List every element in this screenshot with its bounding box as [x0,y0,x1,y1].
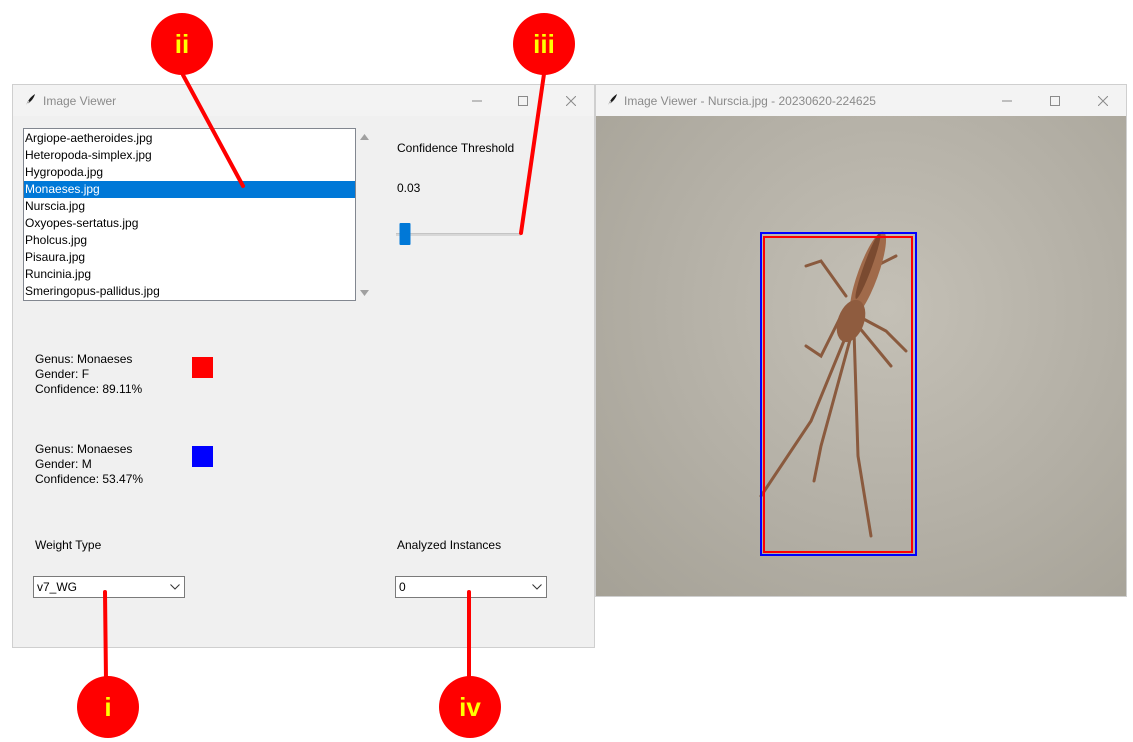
close-icon [1098,95,1108,106]
minimize-icon [472,100,482,101]
scroll-up-button[interactable] [359,131,370,142]
detection-color-swatch [192,357,213,378]
callout-iv: iv [439,676,501,738]
spider-photo [596,116,1126,596]
detection-confidence: Confidence: 89.11% [35,382,143,396]
listbox-scrollbar[interactable] [356,128,373,301]
detection-confidence: Confidence: 53.47% [35,472,144,486]
confidence-threshold-label: Confidence Threshold [397,141,515,155]
detection-box-red [763,236,913,553]
minimize-button[interactable] [984,85,1030,116]
confidence-slider[interactable] [396,223,521,245]
minimize-icon [1002,100,1012,101]
analyzed-instances-combobox[interactable]: 0 [395,576,547,598]
file-list-item[interactable]: Runcinia.jpg [24,266,355,283]
callout-iii: iii [513,13,575,75]
file-list-item[interactable]: Argiope-aetheroides.jpg [24,130,355,147]
close-icon [566,95,576,106]
detection-info-1: Genus: Monaeses Gender: F Confidence: 89… [35,352,195,397]
file-list-item[interactable]: Monaeses.jpg [24,181,355,198]
file-list-item[interactable]: Oxyopes-sertatus.jpg [24,215,355,232]
image-viewer-window: Image Viewer Argiope-aetheroides.jpg Hete… [12,84,595,648]
scroll-down-button[interactable] [359,287,370,298]
confidence-threshold-value: 0.03 [397,181,421,195]
weight-type-value: v7_WG [37,580,78,594]
maximize-button[interactable] [1032,85,1078,116]
close-button[interactable] [548,85,594,116]
maximize-icon [1050,95,1060,106]
weight-type-combobox[interactable]: v7_WG [33,576,185,598]
title-bar[interactable]: Image Viewer [13,85,594,116]
detection-gender: Gender: M [35,457,92,471]
triangle-up-icon [360,133,369,140]
minimize-button[interactable] [454,85,500,116]
title-bar[interactable]: Image Viewer - Nurscia.jpg - 20230620-22… [596,85,1126,116]
slider-track [396,233,521,236]
feather-icon [607,94,617,107]
image-preview-window: Image Viewer - Nurscia.jpg - 20230620-22… [595,84,1127,597]
detection-genus: Genus: Monaeses [35,442,133,456]
analyzed-instances-label: Analyzed Instances [397,538,502,552]
feather-icon [25,94,35,107]
close-button[interactable] [1080,85,1126,116]
detection-gender: Gender: F [35,367,90,381]
analyzed-instances-value: 0 [399,580,406,594]
weight-type-label: Weight Type [35,538,102,552]
callout-i: i [77,676,139,738]
slider-thumb[interactable] [399,223,411,245]
file-list-item[interactable]: Heteropoda-simplex.jpg [24,147,355,164]
maximize-button[interactable] [500,85,546,116]
file-listbox[interactable]: Argiope-aetheroides.jpg Heteropoda-simple… [23,128,356,301]
chevron-down-icon[interactable] [528,584,546,590]
detection-genus: Genus: Monaeses [35,352,133,366]
file-list-item[interactable]: Pholcus.jpg [24,232,355,249]
window-title: Image Viewer - Nurscia.jpg - 20230620-22… [624,94,876,108]
triangle-down-icon [360,289,369,296]
file-list-item[interactable]: Hygropoda.jpg [24,164,355,181]
chevron-down-icon[interactable] [166,584,184,590]
detection-color-swatch [192,446,213,467]
detection-info-2: Genus: Monaeses Gender: M Confidence: 53… [35,442,195,487]
file-list-item[interactable]: Pisaura.jpg [24,249,355,266]
file-list-item[interactable]: Smeringopus-pallidus.jpg [24,283,355,300]
window-title: Image Viewer [43,94,117,108]
callout-ii: ii [151,13,213,75]
file-list: Argiope-aetheroides.jpg Heteropoda-simple… [24,129,355,300]
file-list-item[interactable]: Nurscia.jpg [24,198,355,215]
maximize-icon [518,95,528,106]
